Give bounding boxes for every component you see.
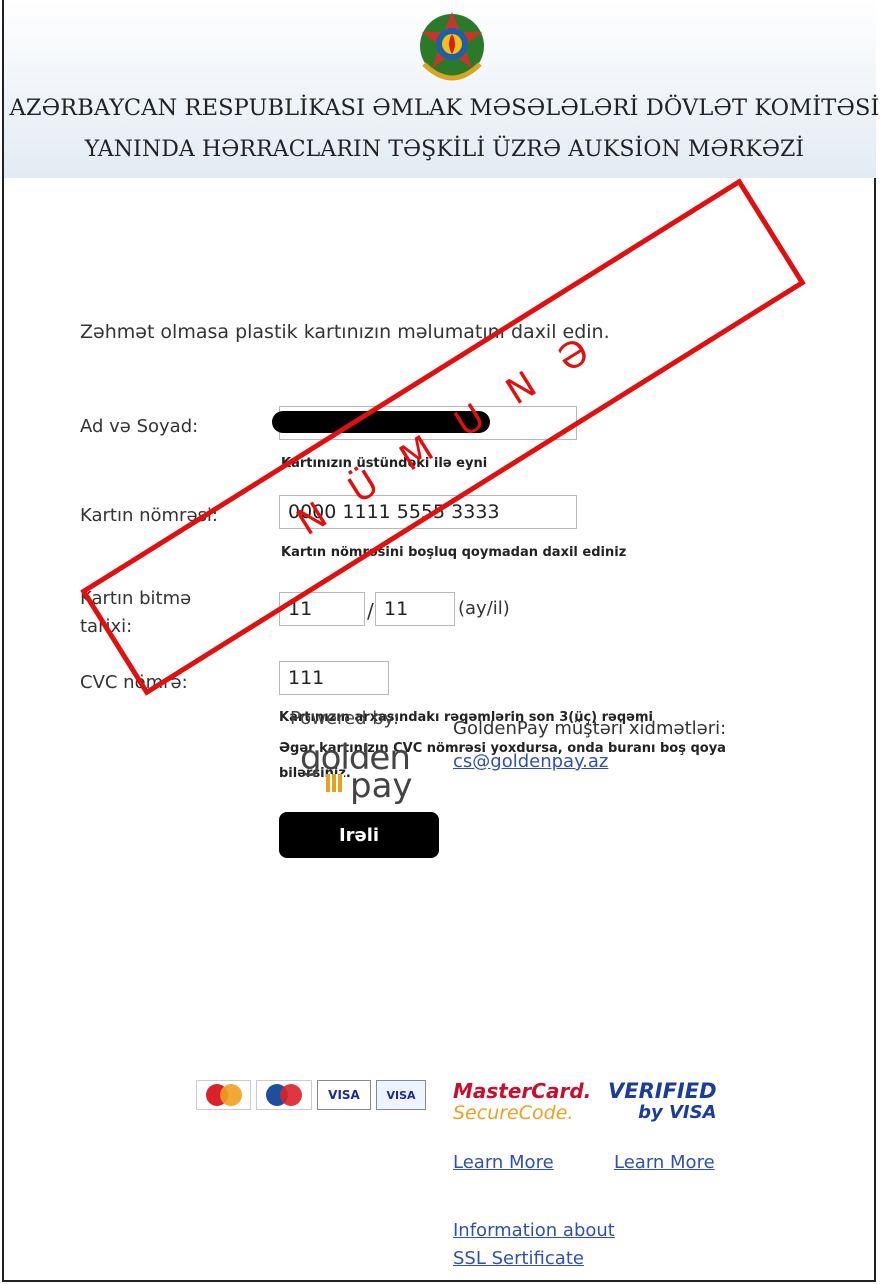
- cvc-input[interactable]: 111: [279, 661, 389, 695]
- goldenpay-logo: golden pay: [300, 738, 426, 806]
- name-label: Ad və Soyad:: [80, 416, 199, 437]
- header-title-line2: YANINDA HƏRRACLARIN TƏŞKİLİ ÜZRƏ AUKSİON…: [84, 137, 805, 162]
- verified-by-visa-logo: VERIFIED by VISA: [608, 1080, 717, 1124]
- visa-card-icon: VISA: [317, 1080, 371, 1110]
- expiry-year-input[interactable]: 11: [375, 592, 455, 626]
- ssl-info-link-line1[interactable]: Information about: [453, 1220, 615, 1241]
- azerbaijan-emblem-icon: [420, 12, 484, 81]
- header: AZƏRBAYCAN RESPUBLİKASI ƏMLAK MƏSƏLƏLƏRİ…: [4, 0, 879, 178]
- expiry-separator: /: [367, 599, 374, 623]
- verified-by-visa-line1: VERIFIED: [608, 1079, 717, 1103]
- expiry-format-hint: (ay/il): [458, 598, 510, 619]
- mastercard-securecode-logo: MasterCard. SecureCode.: [453, 1080, 591, 1124]
- maestro-card-icon: [196, 1080, 251, 1110]
- support-label: GoldenPay müştəri xidmətləri:: [453, 718, 727, 739]
- mastercard-securecode-line2: SecureCode.: [453, 1102, 574, 1124]
- ssl-info-link-line2[interactable]: SSL Sertificate: [453, 1248, 584, 1269]
- mastercard-card-icon: [256, 1080, 312, 1110]
- header-title-line1: AZƏRBAYCAN RESPUBLİKASI ƏMLAK MƏSƏLƏLƏRİ…: [9, 95, 880, 121]
- submit-button[interactable]: Irəli: [279, 812, 439, 858]
- card-brands: VISA VISA: [196, 1080, 426, 1114]
- verified-by-visa-line2: by VISA: [638, 1102, 717, 1123]
- learn-more-mastercard-link[interactable]: Learn More: [453, 1152, 554, 1173]
- learn-more-visa-link[interactable]: Learn More: [614, 1152, 715, 1173]
- visa-electron-card-icon: VISA: [376, 1080, 426, 1110]
- goldenpay-logo-bottom: pay: [350, 766, 413, 806]
- powered-by-label: Powered by:: [290, 708, 400, 729]
- goldenpay-logo-mark: [326, 774, 344, 792]
- support-email-link[interactable]: cs@goldenpay.az: [453, 751, 608, 772]
- mastercard-securecode-line1: MasterCard.: [453, 1079, 592, 1103]
